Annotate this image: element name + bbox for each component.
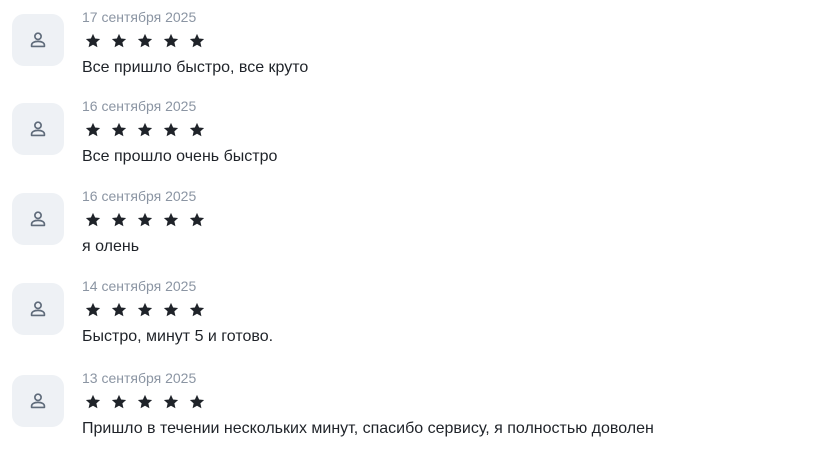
star-icon: [111, 302, 127, 317]
review-text: Все пришло быстро, все круто: [82, 59, 309, 76]
star-icon: [163, 122, 179, 137]
avatar: [12, 193, 64, 245]
star-icon: [111, 33, 127, 48]
review-date: 14 сентября 2025: [82, 278, 197, 294]
star-icon: [85, 212, 101, 227]
star-icon: [137, 302, 153, 317]
star-icon: [111, 394, 127, 409]
star-icon: [137, 212, 153, 227]
review-text: Пришло в течении нескольких минут, спаси…: [82, 420, 654, 437]
review-item: 13 сентября 2025 Пришло в течении нескол…: [12, 369, 812, 449]
star-icon: [85, 302, 101, 317]
user-icon: [30, 121, 46, 137]
review-date: 17 сентября 2025: [82, 9, 197, 25]
star-icon: [189, 302, 205, 317]
review-date: 16 сентября 2025: [82, 98, 197, 114]
user-icon: [30, 32, 46, 48]
review-text: Быстро, минут 5 и готово.: [82, 328, 274, 345]
star-icon: [189, 212, 205, 227]
star-icon: [137, 122, 153, 137]
star-icon: [189, 122, 205, 137]
review-date: 16 сентября 2025: [82, 188, 197, 204]
star-rating: [84, 30, 206, 52]
star-icon: [163, 394, 179, 409]
star-icon: [85, 33, 101, 48]
star-icon: [111, 122, 127, 137]
star-icon: [85, 122, 101, 137]
user-icon: [30, 211, 46, 227]
star-icon: [137, 394, 153, 409]
user-icon: [30, 393, 46, 409]
star-rating: [84, 119, 206, 141]
review-item: 17 сентября 2025 Все пришло быстро, все …: [12, 8, 812, 88]
star-icon: [137, 33, 153, 48]
review-item: 14 сентября 2025 Быстро, минут 5 и готов…: [12, 277, 812, 357]
star-rating: [84, 299, 206, 321]
review-date: 13 сентября 2025: [82, 370, 197, 386]
star-icon: [163, 33, 179, 48]
star-rating: [84, 391, 206, 413]
avatar: [12, 283, 64, 335]
review-item: 16 сентября 2025 я олень: [12, 187, 812, 267]
reviews-list: 17 сентября 2025 Все пришло быстро, все …: [0, 0, 833, 457]
review-item: 16 сентября 2025 Все прошло очень быстро: [12, 97, 812, 177]
star-icon: [189, 394, 205, 409]
user-icon: [30, 301, 46, 317]
star-icon: [189, 33, 205, 48]
review-text: Все прошло очень быстро: [82, 148, 278, 165]
star-icon: [163, 302, 179, 317]
star-icon: [85, 394, 101, 409]
avatar: [12, 14, 64, 66]
star-icon: [163, 212, 179, 227]
star-icon: [111, 212, 127, 227]
avatar: [12, 103, 64, 155]
review-text: я олень: [82, 238, 140, 255]
avatar: [12, 375, 64, 427]
star-rating: [84, 209, 206, 231]
